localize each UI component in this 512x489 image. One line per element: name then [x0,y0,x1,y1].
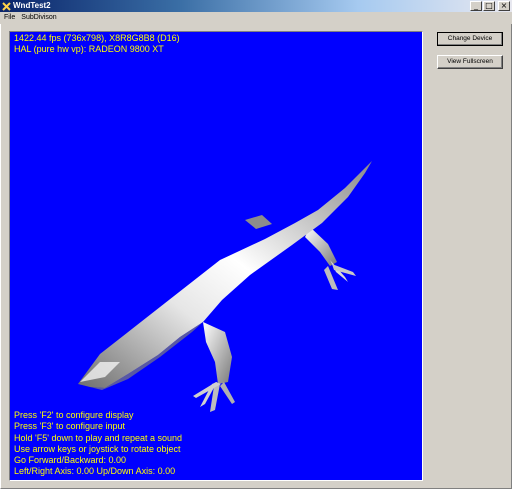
help-line: Use arrow keys or joystick to rotate obj… [14,443,181,454]
help-overlay: Press 'F2' to configure display Press 'F… [14,410,182,478]
view-fullscreen-button[interactable]: View Fullscreen [437,55,503,69]
help-line: Hold 'F5' down to play and repeat a soun… [14,432,183,443]
render-viewport[interactable]: 1422.44 fps (736x798), X8R8G8B8 (D16) HA… [9,31,423,481]
axis-readout: Left/Right Axis: 0.00 Up/Down Axis: 0.00 [14,466,176,477]
menu-file[interactable]: File [0,12,18,24]
stats-overlay: 1422.44 fps (736x798), X8R8G8B8 (D16) HA… [14,33,180,55]
menu-bar: File SubDivison [0,12,512,24]
window-title: WndTest2 [13,1,51,10]
fps-readout: 1422.44 fps (736x798), X8R8G8B8 (D16) [14,33,180,43]
title-bar[interactable]: WndTest2 _ □ × [0,0,512,12]
menu-subdivision[interactable]: SubDivison [18,12,59,24]
device-readout: HAL (pure hw vp): RADEON 9800 XT [14,44,164,54]
minimize-button[interactable]: _ [470,1,482,11]
forward-backward-readout: Go Forward/Backward: 0.00 [14,455,127,466]
close-button[interactable]: × [498,1,510,11]
maximize-button[interactable]: □ [483,1,495,11]
help-line: Press 'F2' to configure display [14,410,134,420]
help-line: Press 'F3' to configure input [14,421,125,432]
change-device-button[interactable]: Change Device [437,32,503,46]
app-x-icon [2,1,11,11]
